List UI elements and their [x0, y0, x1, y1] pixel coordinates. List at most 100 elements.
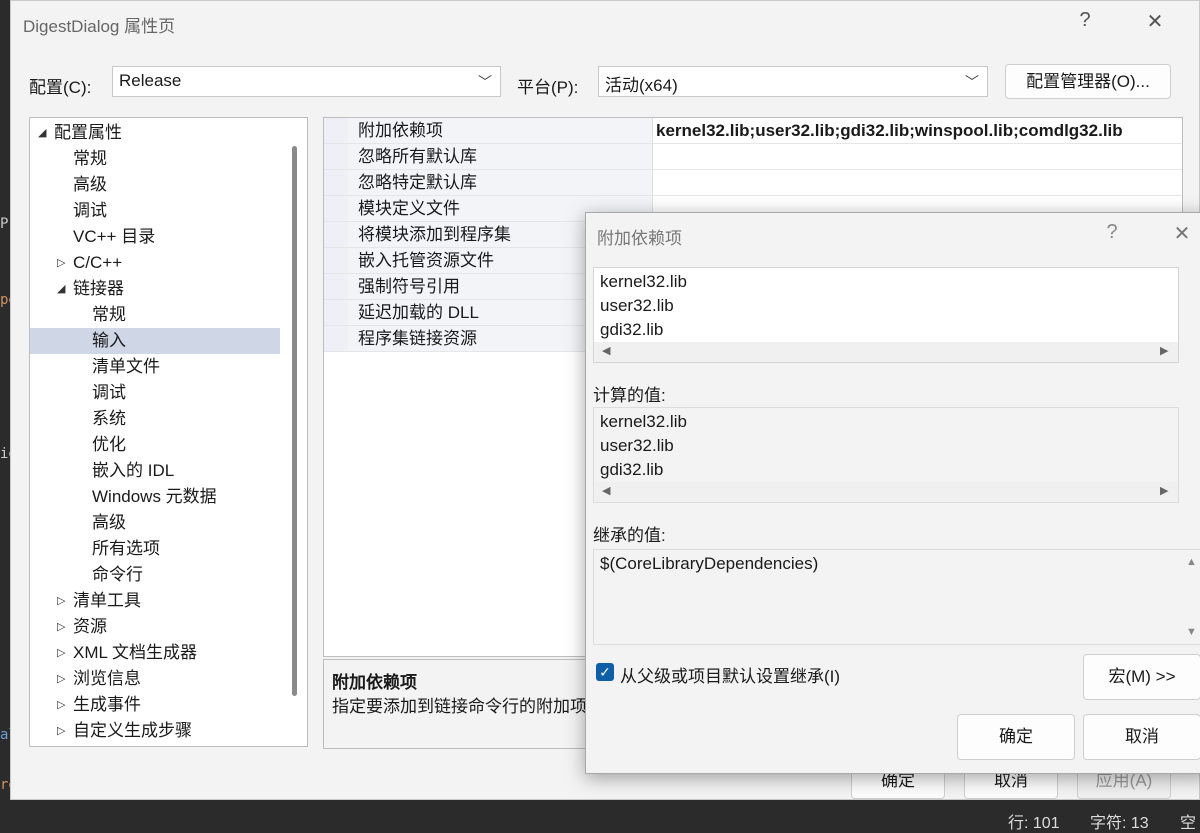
tree-item-label: 清单工具 — [73, 591, 141, 610]
tree-item[interactable]: 常规 — [30, 302, 280, 328]
tree-item-label: 调试 — [92, 383, 126, 402]
tree-item-label: 高级 — [92, 513, 126, 532]
collapsed-arrow-icon[interactable]: ▷ — [57, 250, 65, 276]
tree-item[interactable]: ▷ 生成事件 — [30, 692, 280, 718]
tree-item-label: 系统 — [92, 409, 126, 428]
horizontal-scrollbar[interactable]: ◀ ▶ — [594, 482, 1178, 502]
config-combo[interactable]: Release ﹀ — [112, 66, 501, 97]
computed-label: 计算的值: — [593, 386, 666, 405]
tree-item-label: 调试 — [73, 201, 107, 220]
tree-item[interactable]: 高级 — [30, 510, 280, 536]
collapsed-arrow-icon[interactable]: ▷ — [57, 614, 65, 640]
scroll-right-icon[interactable]: ▶ — [1160, 484, 1168, 497]
computed-values-box: kernel32.lib user32.lib gdi32.lib ◀ ▶ — [593, 407, 1179, 503]
row-gutter — [324, 300, 348, 325]
tree-item-label: VC++ 目录 — [73, 227, 156, 246]
cancel-button[interactable]: 取消 — [1083, 714, 1200, 760]
row-gutter — [324, 118, 348, 143]
property-row[interactable]: 附加依赖项 kernel32.lib;user32.lib;gdi32.lib;w… — [324, 118, 1182, 144]
close-icon[interactable]: ✕ — [1135, 9, 1175, 34]
tree-item[interactable]: ◢ 链接器 — [30, 276, 280, 302]
tree-item[interactable]: ▷ 清单工具 — [30, 588, 280, 614]
tree-item[interactable]: ▷ XML 文档生成器 — [30, 640, 280, 666]
tree-item-label: Windows 元数据 — [92, 487, 217, 506]
tree-item-label: 浏览信息 — [73, 669, 141, 688]
tree-item-label: 高级 — [73, 175, 107, 194]
expanded-arrow-icon[interactable]: ◢ — [38, 120, 46, 146]
property-row[interactable]: 忽略所有默认库 — [324, 144, 1182, 170]
config-manager-button[interactable]: 配置管理器(O)... — [1005, 64, 1171, 99]
status-bar: 行: 101 字符: 13 空 — [950, 806, 1200, 832]
scroll-up-icon[interactable]: ▲ — [1186, 556, 1197, 568]
collapsed-arrow-icon[interactable]: ▷ — [57, 640, 65, 666]
inherit-checkbox[interactable]: ✓ — [596, 663, 614, 681]
status-extra: 空 — [1180, 815, 1197, 832]
config-value: Release — [119, 71, 182, 90]
tree-item[interactable]: 命令行 — [30, 562, 280, 588]
tree-item-label: 自定义生成步骤 — [73, 721, 192, 740]
description-title: 附加依赖项 — [332, 673, 417, 692]
tree-item[interactable]: ▷ C/C++ — [30, 250, 280, 276]
tree-item[interactable]: ◢ 配置属性 — [30, 120, 280, 146]
close-icon[interactable]: ✕ — [1162, 221, 1200, 246]
dialog-title: DigestDialog 属性页 — [23, 17, 176, 36]
tree-item[interactable]: 清单文件 — [30, 354, 280, 380]
row-gutter — [324, 144, 348, 169]
row-gutter — [324, 222, 348, 247]
collapsed-arrow-icon[interactable]: ▷ — [57, 692, 65, 718]
platform-combo[interactable]: 活动(x64) ﹀ — [598, 66, 988, 97]
tree-item[interactable]: 优化 — [30, 432, 280, 458]
property-name: 程序集链接资源 — [358, 329, 477, 348]
text-line: $(CoreLibraryDependencies) — [600, 554, 819, 573]
row-gutter — [324, 326, 348, 351]
horizontal-scrollbar[interactable]: ◀ ▶ — [594, 342, 1178, 362]
scroll-left-icon[interactable]: ◀ — [602, 484, 610, 497]
tree-item[interactable]: 所有选项 — [30, 536, 280, 562]
text-line: kernel32.lib — [600, 412, 687, 431]
scroll-left-icon[interactable]: ◀ — [602, 344, 610, 357]
tree-item[interactable]: 嵌入的 IDL — [30, 458, 280, 484]
tree-item[interactable]: ▷ 资源 — [30, 614, 280, 640]
help-icon[interactable]: ? — [1092, 221, 1132, 244]
property-name: 模块定义文件 — [358, 199, 460, 218]
scroll-down-icon[interactable]: ▼ — [1186, 626, 1197, 638]
platform-label: 平台(P): — [517, 78, 579, 97]
status-line: 行: 101 — [1008, 815, 1060, 832]
property-row[interactable]: 忽略特定默认库 — [324, 170, 1182, 196]
tree-scrollbar[interactable] — [292, 146, 297, 696]
dependencies-edit-box[interactable]: kernel32.lib user32.lib gdi32.lib ◀ ▶ — [593, 267, 1179, 363]
tree-item[interactable]: 系统 — [30, 406, 280, 432]
collapsed-arrow-icon[interactable]: ▷ — [57, 718, 65, 744]
tree-item[interactable]: Windows 元数据 — [30, 484, 280, 510]
property-name: 附加依赖项 — [358, 121, 443, 140]
tree-item-label: 生成事件 — [73, 695, 141, 714]
tree-item-label: C/C++ — [73, 253, 123, 272]
row-gutter — [324, 196, 348, 221]
tree-item[interactable]: 调试 — [30, 198, 280, 224]
help-icon[interactable]: ? — [1065, 9, 1105, 32]
tree-item[interactable]: 调试 — [30, 380, 280, 406]
tree-item[interactable]: ▷ 浏览信息 — [30, 666, 280, 692]
macro-button[interactable]: 宏(M) >> — [1083, 654, 1200, 700]
status-char: 字符: 13 — [1090, 815, 1149, 832]
text-line: user32.lib — [600, 296, 674, 315]
tree-item[interactable]: ▷ 自定义生成步骤 — [30, 718, 280, 744]
collapsed-arrow-icon[interactable]: ▷ — [57, 666, 65, 692]
tree-item-label: 配置属性 — [54, 123, 122, 142]
tree-item-label: 命令行 — [92, 565, 143, 584]
tree-item[interactable]: 常规 — [30, 146, 280, 172]
inherit-checkbox-label[interactable]: 从父级或项目默认设置继承(I) — [620, 662, 840, 687]
tree-item[interactable]: 输入 — [30, 328, 280, 354]
tree-item[interactable]: 高级 — [30, 172, 280, 198]
tree-item[interactable]: VC++ 目录 — [30, 224, 280, 250]
property-value[interactable]: kernel32.lib;user32.lib;gdi32.lib;winspo… — [656, 118, 1123, 144]
expanded-arrow-icon[interactable]: ◢ — [57, 276, 65, 302]
ok-button[interactable]: 确定 — [957, 714, 1075, 760]
property-name: 强制符号引用 — [358, 277, 460, 296]
category-tree[interactable]: ◢ 配置属性 常规 高级 调试 VC++ 目录 ▷ C/C++ ◢ 链接器 常规 输入 清单文件 调试 系统… — [29, 117, 308, 747]
sub-dialog-title: 附加依赖项 — [597, 229, 682, 248]
chevron-down-icon: ﹀ — [965, 74, 979, 90]
property-name: 将模块添加到程序集 — [358, 225, 511, 244]
collapsed-arrow-icon[interactable]: ▷ — [57, 588, 65, 614]
scroll-right-icon[interactable]: ▶ — [1160, 344, 1168, 357]
